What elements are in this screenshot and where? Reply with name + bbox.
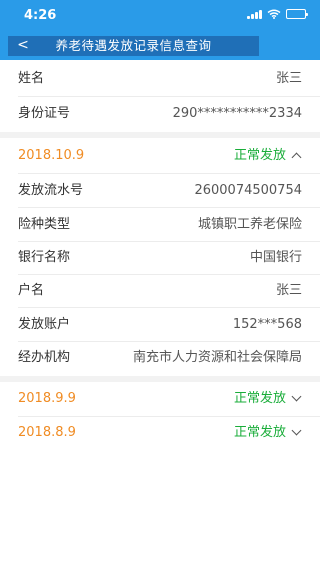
chevron-up-icon[interactable] bbox=[291, 152, 302, 163]
section-gap bbox=[0, 132, 320, 138]
detail-label: 银行名称 bbox=[18, 250, 71, 265]
detail-label: 险种类型 bbox=[18, 217, 71, 232]
detail-label: 经办机构 bbox=[18, 350, 71, 365]
record-status: 正常发放 bbox=[233, 391, 286, 406]
detail-value: 152***568 bbox=[232, 317, 302, 332]
detail-row: 银行名称 中国银行 bbox=[0, 241, 320, 275]
chevron-down-icon[interactable] bbox=[291, 391, 302, 402]
detail-label: 户名 bbox=[18, 283, 45, 298]
detail-value: 张三 bbox=[275, 283, 302, 298]
content: 姓名 张三 身份证号 290***********2334 2018.10.9 … bbox=[0, 60, 320, 450]
record-date: 2018.10.9 bbox=[18, 148, 85, 163]
empty-area bbox=[0, 450, 320, 569]
name-label: 姓名 bbox=[18, 71, 45, 86]
name-value: 张三 bbox=[275, 71, 302, 86]
wifi-icon bbox=[267, 9, 281, 19]
record-status: 正常发放 bbox=[233, 425, 286, 440]
detail-row: 险种类型 城镇职工养老保险 bbox=[0, 208, 320, 242]
detail-value: 南充市人力资源和社会保障局 bbox=[132, 350, 302, 365]
nav-title-box: < 养老待遇发放记录信息查询 bbox=[8, 36, 259, 56]
page-title: 养老待遇发放记录信息查询 bbox=[55, 38, 212, 53]
id-row: 身份证号 290***********2334 bbox=[0, 97, 320, 131]
id-label: 身份证号 bbox=[18, 106, 71, 121]
detail-value: 中国银行 bbox=[249, 250, 302, 265]
record-header[interactable]: 2018.8.9 正常发放 bbox=[0, 416, 320, 450]
detail-row: 经办机构 南充市人力资源和社会保障局 bbox=[0, 341, 320, 375]
id-value: 290***********2334 bbox=[172, 106, 302, 121]
status-bar: 4:26 bbox=[0, 0, 320, 30]
signal-icon bbox=[247, 9, 262, 19]
record-date: 2018.8.9 bbox=[18, 425, 76, 440]
record-header[interactable]: 2018.9.9 正常发放 bbox=[0, 382, 320, 416]
detail-row: 户名 张三 bbox=[0, 274, 320, 308]
battery-icon bbox=[286, 9, 308, 19]
detail-value: 2600074500754 bbox=[194, 183, 302, 198]
detail-row: 发放流水号 2600074500754 bbox=[0, 174, 320, 208]
status-time: 4:26 bbox=[24, 8, 57, 23]
nav-bar: < 养老待遇发放记录信息查询 bbox=[0, 30, 320, 60]
chevron-down-icon[interactable] bbox=[291, 425, 302, 436]
record-header[interactable]: 2018.10.9 正常发放 bbox=[0, 139, 320, 173]
detail-label: 发放流水号 bbox=[18, 183, 84, 198]
detail-row: 发放账户 152***568 bbox=[0, 308, 320, 342]
status-icons bbox=[247, 9, 308, 19]
name-row: 姓名 张三 bbox=[0, 62, 320, 96]
record-status: 正常发放 bbox=[233, 148, 286, 163]
record-date: 2018.9.9 bbox=[18, 391, 76, 406]
detail-label: 发放账户 bbox=[18, 317, 71, 332]
detail-value: 城镇职工养老保险 bbox=[197, 217, 302, 232]
